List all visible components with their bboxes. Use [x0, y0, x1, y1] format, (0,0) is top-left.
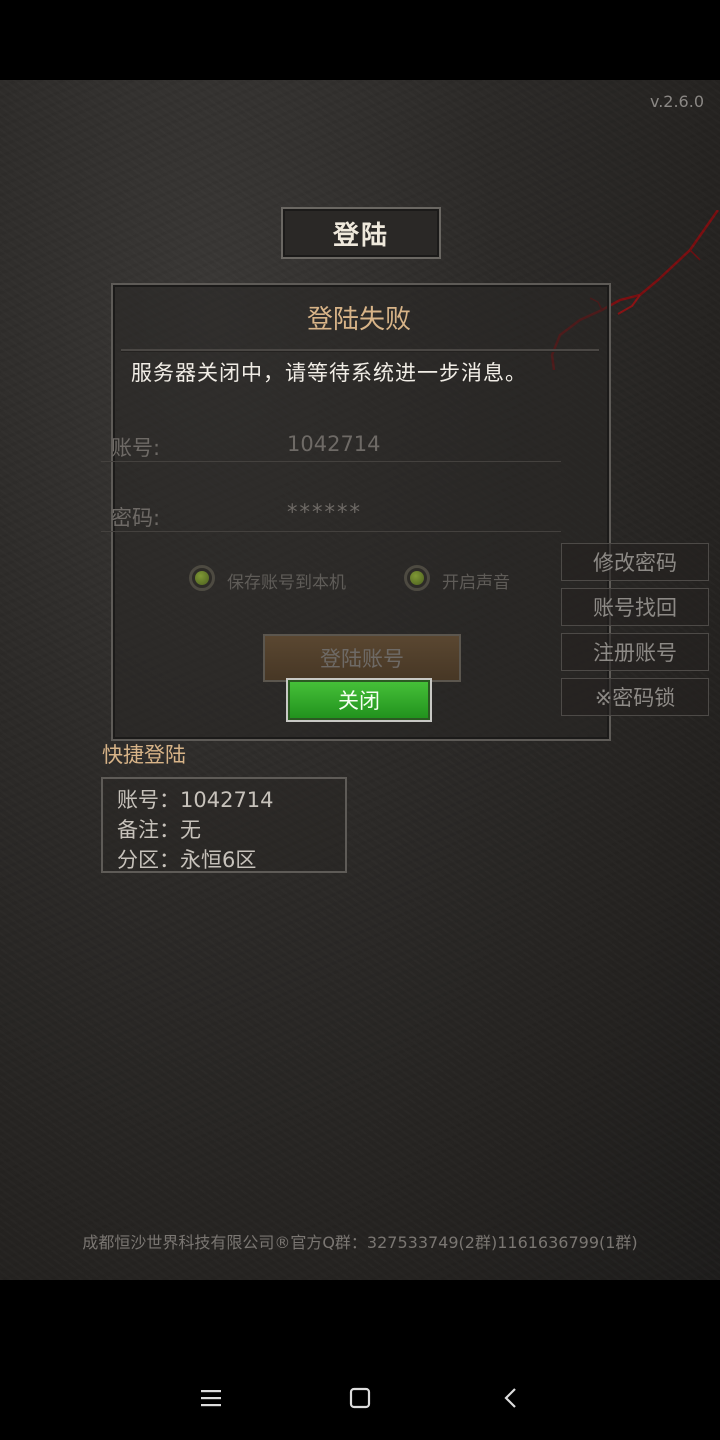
dialog-message: 服务器关闭中，请等待系统进一步消息。 [131, 361, 527, 385]
login-failed-dialog: 登陆失败 服务器关闭中，请等待系统进一步消息。 关闭 [111, 283, 607, 737]
version-label: v.2.6.0 [649, 92, 704, 111]
dialog-divider [121, 349, 599, 352]
quick-login-card[interactable]: 账号：1042714 备注：无 分区：永恒6区 [101, 777, 347, 873]
close-button[interactable]: 关闭 [286, 678, 432, 722]
quick-login-note: 备注：无 [117, 818, 201, 842]
menu-icon[interactable] [199, 1386, 223, 1410]
home-icon[interactable] [348, 1386, 372, 1410]
quick-login-account: 账号：1042714 [117, 788, 274, 812]
page-title: 登陆 [281, 207, 441, 259]
quick-login-zone: 分区：永恒6区 [117, 848, 257, 872]
dialog-title: 登陆失败 [306, 305, 411, 335]
system-nav-bar [0, 1280, 720, 1440]
quick-login-title: 快捷登陆 [102, 743, 186, 767]
back-icon[interactable] [499, 1386, 523, 1410]
footer-text: 成都恒沙世界科技有限公司®官方Q群：327533749(2群)116163679… [82, 1233, 638, 1252]
status-bar [0, 0, 720, 80]
